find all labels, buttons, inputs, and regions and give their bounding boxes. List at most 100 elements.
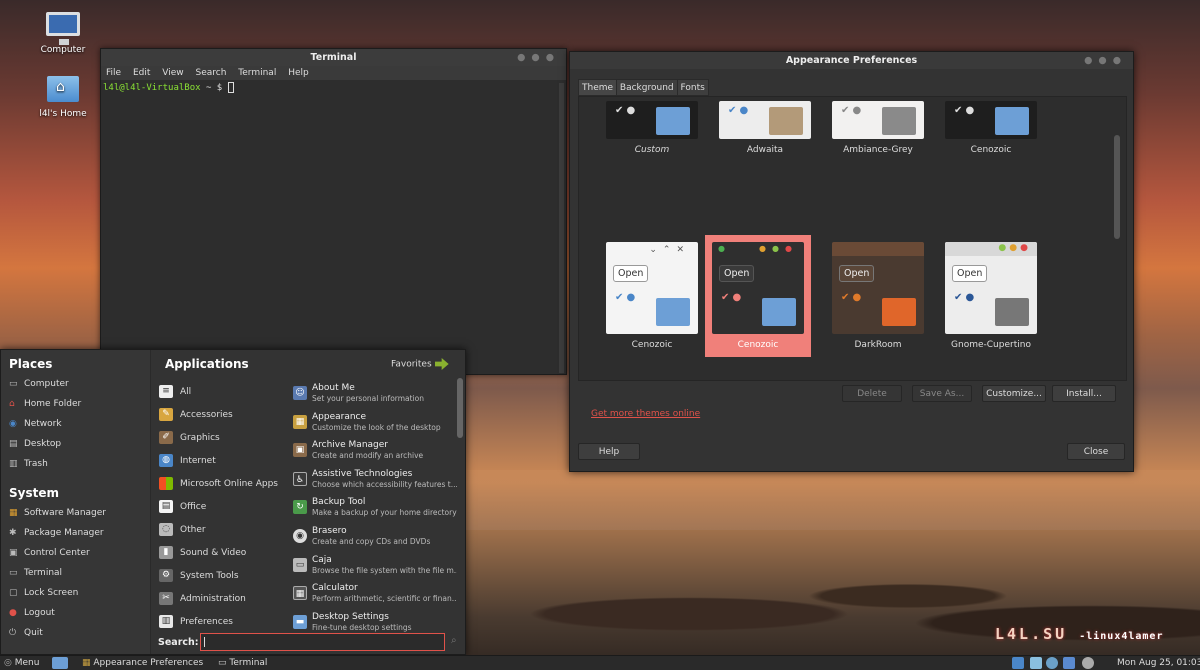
category-accessories[interactable]: ✎ Accessories — [159, 404, 287, 427]
app-caja[interactable]: ▭ Caja Browse the file system with the fil… — [291, 553, 457, 582]
system-package-manager[interactable]: ✱ Package Manager — [1, 523, 150, 543]
app-about-me[interactable]: ☺ About Me Set your personal information — [291, 381, 457, 410]
home-folder-icon — [46, 76, 80, 106]
tab-background[interactable]: Background — [615, 79, 678, 96]
save-as-button[interactable]: Save As... — [912, 385, 972, 402]
help-button[interactable]: Help — [578, 443, 640, 460]
category-microsoft-online-apps[interactable]: Microsoft Online Apps — [159, 473, 287, 496]
app-archive-manager[interactable]: ▣ Archive Manager Create and modify an arc… — [291, 438, 457, 467]
system-terminal[interactable]: ▭ Terminal — [1, 563, 150, 583]
get-more-themes-link[interactable]: Get more themes online — [591, 409, 700, 419]
theme-custom[interactable]: ✔ ● Custom — [599, 101, 705, 155]
check-icon: ✔ ● — [728, 105, 749, 116]
place-label: Desktop — [24, 439, 62, 449]
system-software-manager[interactable]: ▦ Software Manager — [1, 503, 150, 523]
terminal-scrollbar[interactable] — [559, 83, 564, 373]
category-internet[interactable]: ◍ Internet — [159, 450, 287, 473]
terminal-prompt[interactable]: l4l@l4l-VirtualBox ~ $ — [101, 80, 566, 95]
category-sound-video[interactable]: ▮ Sound & Video — [159, 542, 287, 565]
menu-terminal[interactable]: Terminal — [238, 68, 276, 78]
system-quit[interactable]: ⏻ Quit — [1, 623, 150, 643]
delete-button[interactable]: Delete — [842, 385, 902, 402]
theme-cenozoic-selected[interactable]: ● ●●● Open ✔ ● Cenozoic — [705, 242, 811, 350]
app-brasero[interactable]: ◉ Brasero Create and copy CDs and DVDs — [291, 524, 457, 553]
category-all[interactable]: ≡ All — [159, 381, 287, 404]
window-controls[interactable]: ●●● — [517, 49, 560, 66]
theme-darkroom[interactable]: Open ✔ ● DarkRoom — [825, 242, 931, 350]
theme-gnome-cupertino[interactable]: ●●● Open ✔ ● Gnome-Cupertino — [938, 242, 1044, 350]
system-lock-screen[interactable]: ▢ Lock Screen — [1, 583, 150, 603]
app-backup-tool[interactable]: ↻ Backup Tool Make a backup of your home d… — [291, 495, 457, 524]
theme-cenozoic-light[interactable]: ⌄⌃✕ Open ✔ ● Cenozoic — [599, 242, 705, 350]
place-computer[interactable]: ▭ Computer — [1, 374, 150, 394]
place-network[interactable]: ◉ Network — [1, 414, 150, 434]
tab-fonts[interactable]: Fonts — [676, 79, 709, 96]
desktop-icon-computer[interactable]: Computer — [28, 12, 98, 55]
theme-row3-1[interactable]: Open — [599, 380, 705, 381]
app-appearance[interactable]: ▦ Appearance Customize the look of the des… — [291, 410, 457, 439]
system-label: Package Manager — [24, 528, 104, 538]
wallpaper-sea — [440, 470, 1200, 530]
category-office[interactable]: ▤ Office — [159, 496, 287, 519]
menu-help[interactable]: Help — [288, 68, 309, 78]
menu-edit[interactable]: Edit — [133, 68, 150, 78]
menu-file[interactable]: File — [106, 68, 121, 78]
menu-search[interactable]: Search — [195, 68, 226, 78]
text-cursor — [227, 82, 234, 93]
window-controls[interactable]: ●●● — [1084, 52, 1127, 69]
app-calculator[interactable]: ▦ Calculator Perform arithmetic, scientifi… — [291, 581, 457, 610]
place-desktop[interactable]: ▤ Desktop — [1, 434, 150, 454]
taskbar-window-appearance[interactable]: ▦ Appearance Preferences — [82, 656, 203, 670]
clock[interactable]: Mon Aug 25, 01:03 — [1117, 656, 1200, 670]
wifi-icon[interactable] — [1046, 657, 1058, 669]
install-button[interactable]: Install... — [1052, 385, 1116, 402]
window-buttons-icon: ●●● — [759, 244, 798, 253]
shield-icon[interactable] — [1012, 657, 1024, 669]
gear-icon[interactable] — [1082, 657, 1094, 669]
theme-ambiance-grey[interactable]: ✔ ● Ambiance-Grey — [825, 101, 931, 155]
terminal-icon: ▭ — [218, 658, 227, 668]
favorites-button[interactable]: Favorites — [391, 358, 449, 370]
terminal-titlebar[interactable]: Terminal ●●● — [101, 49, 566, 66]
menu-label: Menu — [14, 658, 40, 668]
appearance-titlebar[interactable]: Appearance Preferences ●●● — [570, 52, 1133, 69]
desktop-icon-home[interactable]: l4l's Home — [28, 76, 98, 119]
menu-view[interactable]: View — [162, 68, 183, 78]
folder-icon — [769, 107, 803, 135]
open-button-preview: Open — [839, 265, 875, 282]
close-button[interactable]: Close — [1067, 443, 1125, 460]
folder-icon — [995, 298, 1029, 326]
system-logout[interactable]: ● Logout — [1, 603, 150, 623]
theme-row3-2[interactable]: Open — [712, 380, 818, 381]
menu-button[interactable]: ◎ Menu — [4, 656, 39, 670]
theme-name: Custom — [634, 145, 670, 155]
search-icon[interactable]: ⌕ — [451, 635, 457, 646]
theme-row3-3[interactable]: Open — [825, 380, 931, 381]
category-administration[interactable]: ✂ Administration — [159, 588, 287, 611]
check-icon: ✔ ● — [954, 292, 975, 303]
category-graphics[interactable]: ✐ Graphics — [159, 427, 287, 450]
theme-adwaita[interactable]: ✔ ● Adwaita — [712, 101, 818, 155]
customize-button[interactable]: Customize... — [982, 385, 1046, 402]
calculator-icon: ▦ — [293, 586, 307, 601]
category-other[interactable]: ◌ Other — [159, 519, 287, 542]
network-icon[interactable] — [1063, 657, 1075, 669]
appearance-window[interactable]: Appearance Preferences ●●● Theme Backgro… — [569, 51, 1134, 472]
menu-scrollbar[interactable] — [457, 378, 463, 438]
theme-row3-4[interactable]: Open — [938, 380, 1044, 381]
place-trash[interactable]: ▥ Trash — [1, 454, 150, 474]
category-preferences[interactable]: ▥ Preferences — [159, 611, 287, 634]
taskbar-window-terminal[interactable]: ▭ Terminal — [218, 656, 267, 670]
system-control-center[interactable]: ▣ Control Center — [1, 543, 150, 563]
tab-theme[interactable]: Theme — [578, 79, 618, 96]
app-assistive-technologies[interactable]: ♿ Assistive Technologies Choose which acce… — [291, 467, 457, 496]
clipboard-icon[interactable] — [1030, 657, 1042, 669]
search-input[interactable] — [200, 633, 445, 651]
category-system-tools[interactable]: ⚙ System Tools — [159, 565, 287, 588]
show-desktop-icon[interactable] — [52, 657, 68, 669]
place-home[interactable]: ⌂ Home Folder — [1, 394, 150, 414]
terminal-window[interactable]: Terminal ●●● File Edit View Search Termi… — [100, 48, 567, 375]
theme-cenozoic-dark[interactable]: ✔ ● Cenozoic — [938, 101, 1044, 155]
preferences-icon: ▥ — [159, 615, 173, 628]
theme-scrollbar[interactable] — [1114, 135, 1120, 239]
